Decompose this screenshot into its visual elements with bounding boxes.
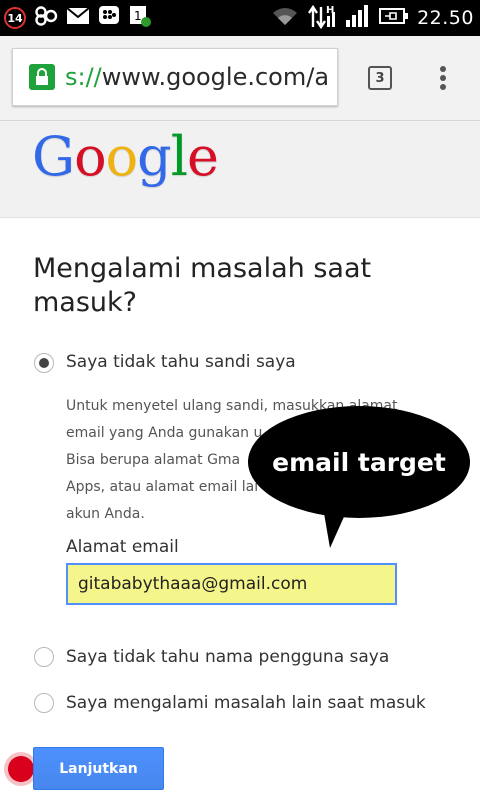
url-bar[interactable]: s://www.google.com/a (12, 48, 338, 106)
option-forgot-password-label[interactable]: Saya tidak tahu sandi saya (66, 352, 296, 372)
svg-text:1: 1 (134, 9, 142, 23)
clock: 22.50 (417, 7, 474, 29)
browser-toolbar: s://www.google.com/a 3 (0, 36, 480, 121)
email-field[interactable] (66, 563, 397, 605)
radio-other-problem[interactable] (34, 693, 54, 713)
logo-letter: G (32, 125, 75, 188)
radio-forgot-password[interactable] (34, 353, 54, 373)
data-transfer-icon: H (307, 3, 337, 33)
logo-letter: l (170, 125, 188, 188)
battery-icon (379, 7, 409, 29)
overflow-menu-icon[interactable] (440, 66, 450, 94)
wifi-icon (271, 5, 299, 31)
status-bar-left: 14 1 (4, 5, 152, 31)
url-text: s://www.google.com/a (65, 63, 329, 91)
signal-icon (345, 4, 371, 32)
status-bar: 14 1 H 22.50 (0, 0, 480, 36)
logo-letter: e (187, 125, 219, 188)
logo-letter: o (74, 125, 107, 188)
email-field-label: Alamat email (66, 537, 179, 557)
url-host: www.google.com/a (101, 63, 330, 91)
tab-switcher-button[interactable]: 3 (368, 66, 392, 90)
touch-indicator (8, 756, 34, 782)
page-title: Mengalami masalah saat masuk? (33, 253, 372, 318)
mail-icon (66, 7, 90, 29)
logo-letter: o (105, 125, 139, 188)
logo-letter: g (137, 125, 172, 188)
bbm-icon (98, 5, 120, 31)
status-bar-right: H 22.50 (271, 4, 474, 32)
url-scheme: s:// (65, 63, 102, 91)
radio-forgot-username[interactable] (34, 647, 54, 667)
annotation-bubble: email target (248, 406, 470, 518)
google-logo: Google (32, 125, 219, 188)
continue-button[interactable]: Lanjutkan (33, 747, 164, 790)
infinity-icon (34, 6, 58, 30)
lock-icon (29, 64, 55, 90)
sync-icon: 1 (128, 4, 152, 32)
annotation-text: email target (272, 447, 446, 477)
notification-count-icon: 14 (4, 7, 26, 29)
option-forgot-username-label[interactable]: Saya tidak tahu nama pengguna saya (66, 647, 389, 667)
option-other-problem-label[interactable]: Saya mengalami masalah lain saat masuk (66, 693, 426, 713)
google-header: Google (0, 121, 480, 218)
